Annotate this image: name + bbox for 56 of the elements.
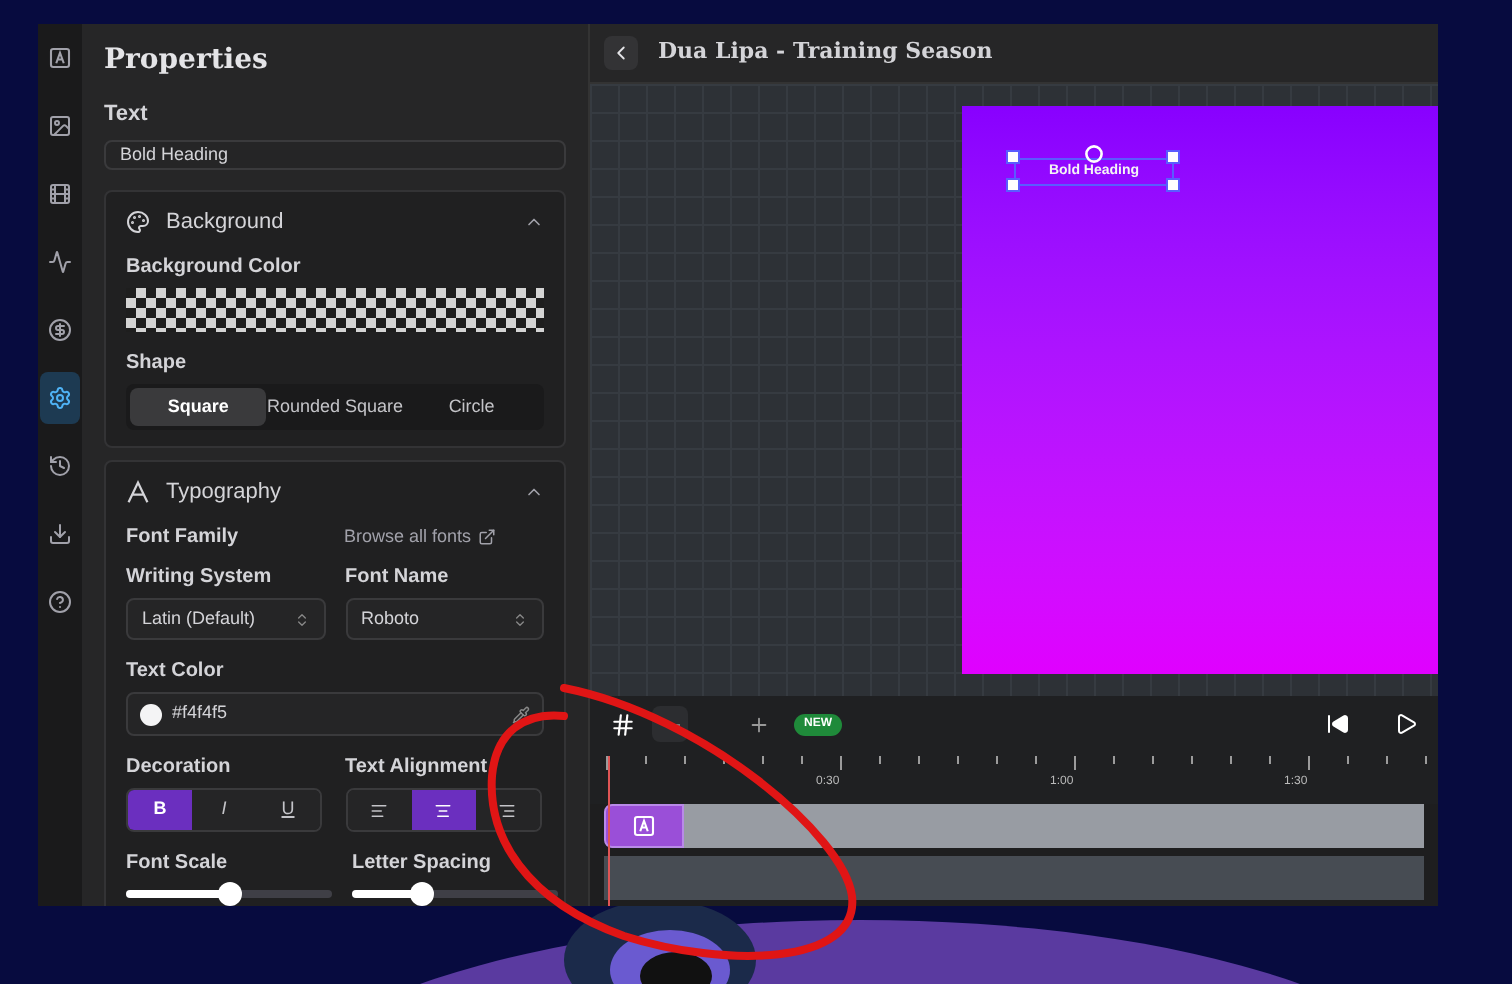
browse-fonts-link[interactable]: Browse all fonts xyxy=(344,523,472,551)
shape-option[interactable]: Circle xyxy=(403,388,540,426)
eyedropper-icon[interactable] xyxy=(512,705,530,723)
text-color-field[interactable]: #f4f4f5 xyxy=(126,692,544,736)
decoration-button[interactable]: I xyxy=(192,790,256,830)
rotate-handle-icon[interactable] xyxy=(1084,144,1104,164)
field-label: Text Alignment xyxy=(345,754,490,782)
dollar-coin-icon[interactable] xyxy=(48,318,72,342)
play-icon[interactable] xyxy=(1394,712,1418,736)
field-label: Font Scale xyxy=(126,850,230,878)
field-label: Font Family xyxy=(126,524,241,552)
download-icon[interactable] xyxy=(48,522,72,546)
slider-thumb[interactable] xyxy=(217,882,241,906)
waveform-icon[interactable] xyxy=(48,250,72,274)
back-button[interactable] xyxy=(604,36,638,70)
section-title[interactable]: Typography xyxy=(166,475,281,509)
panel-title: Properties xyxy=(104,42,270,80)
decoration-button[interactable]: B xyxy=(128,790,192,830)
field-label: Text Color xyxy=(126,658,226,686)
field-label: Text xyxy=(104,100,150,130)
help-icon[interactable] xyxy=(48,590,72,614)
field-label: Writing System xyxy=(126,564,274,592)
text-clip[interactable] xyxy=(604,804,684,848)
grid-icon[interactable] xyxy=(610,711,636,737)
skip-back-icon[interactable] xyxy=(1326,712,1350,736)
align-left-icon xyxy=(370,801,388,819)
palette-icon xyxy=(126,210,150,234)
external-link-icon[interactable] xyxy=(477,528,496,546)
field-label: Decoration xyxy=(126,754,233,782)
up-down-chevron-icon xyxy=(512,611,528,627)
field-label: Background Color xyxy=(126,254,303,282)
field-label: Letter Spacing xyxy=(352,850,493,878)
text-input[interactable]: Bold Heading xyxy=(104,139,566,170)
shape-option[interactable]: Square xyxy=(130,388,267,426)
plus-icon[interactable] xyxy=(748,713,770,735)
align-right-icon xyxy=(498,801,516,819)
color-value: #f4f4f5 xyxy=(172,700,228,727)
image-icon[interactable] xyxy=(48,114,72,138)
section-title[interactable]: Background xyxy=(166,205,284,239)
typography-icon xyxy=(126,480,150,504)
align-center-icon xyxy=(434,801,452,819)
settings-icon[interactable] xyxy=(48,386,72,410)
field-label: Shape xyxy=(126,350,189,378)
text-box-icon[interactable] xyxy=(48,46,72,70)
shape-option[interactable]: Rounded Square xyxy=(266,388,404,426)
field-label: Font Name xyxy=(345,564,451,592)
history-icon[interactable] xyxy=(48,454,72,478)
writing-system-select[interactable]: Latin (Default) xyxy=(126,598,325,640)
font-name-select[interactable]: Roboto xyxy=(345,598,544,640)
slider-thumb[interactable] xyxy=(410,882,435,906)
decoration-button[interactable]: U xyxy=(256,790,320,830)
project-title: Dua Lipa - Training Season xyxy=(658,36,993,69)
alignment-button[interactable] xyxy=(411,790,475,830)
film-icon[interactable] xyxy=(48,182,72,206)
up-down-chevron-icon xyxy=(293,611,309,627)
alignment-button[interactable] xyxy=(347,790,411,830)
